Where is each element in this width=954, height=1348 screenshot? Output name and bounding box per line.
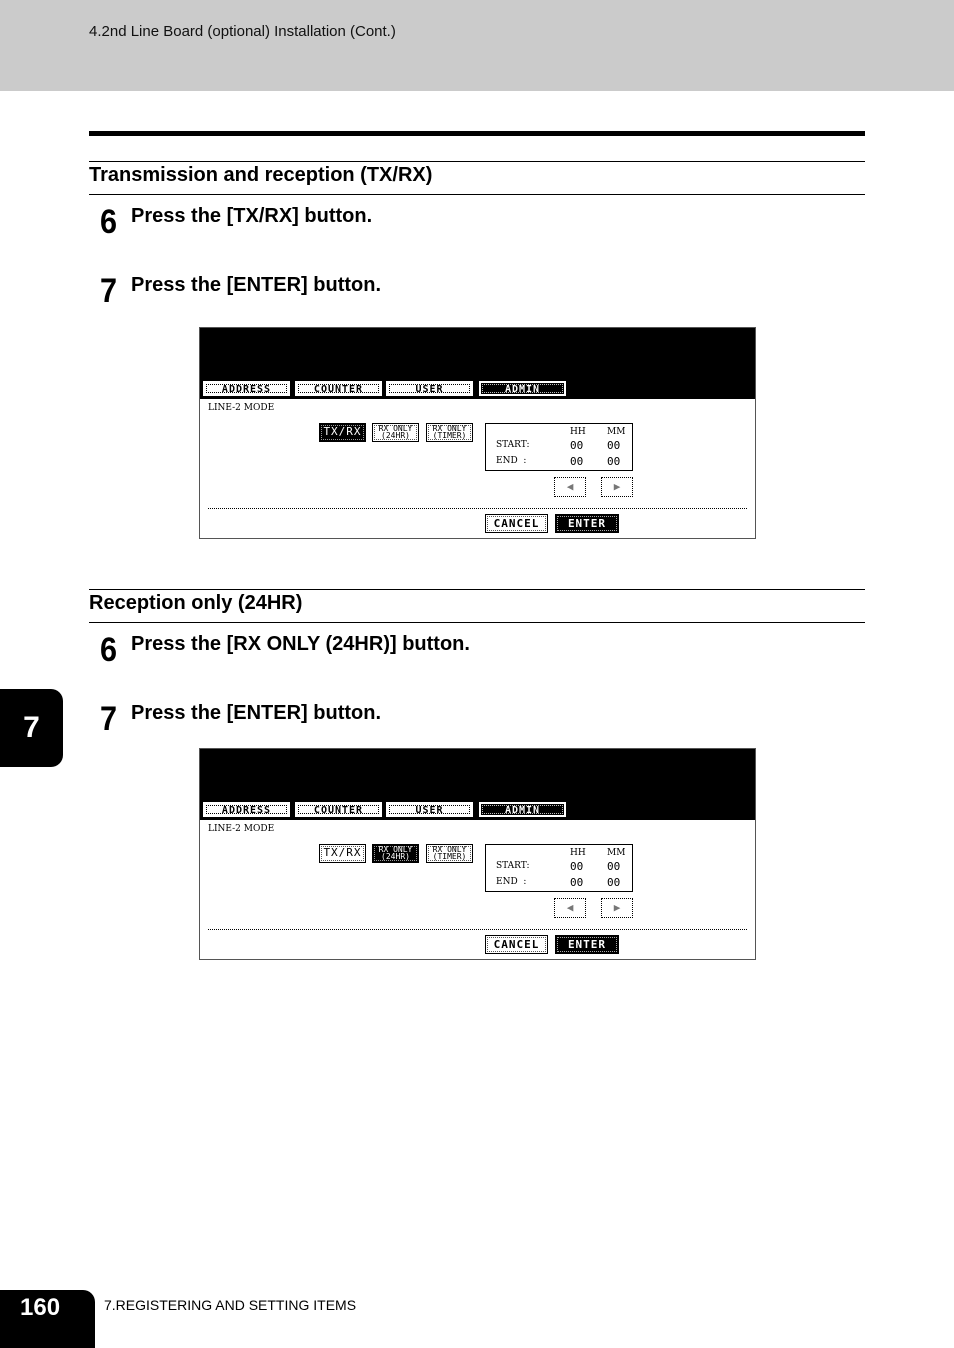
section-rule <box>89 161 865 162</box>
mode-button-line1: TX/RX <box>323 846 362 859</box>
mode-button-line2: (TIMER) <box>432 431 467 440</box>
section-title: Transmission and reception (TX/RX) <box>89 164 433 186</box>
cancel-button[interactable]: CANCEL <box>485 935 548 954</box>
left-arrow-button[interactable]: ◀ <box>554 477 586 497</box>
end-mm-field[interactable]: 00 <box>607 455 620 468</box>
mode-button-tx-rx[interactable]: TX/RX <box>319 423 366 442</box>
left-arrow-icon: ◀ <box>566 901 574 914</box>
left-arrow-button[interactable]: ◀ <box>554 898 586 918</box>
mode-button-tx-rx[interactable]: TX/RX <box>319 844 366 863</box>
tab-user[interactable]: USER <box>385 801 474 818</box>
tab-admin[interactable]: ADMIN <box>478 801 567 818</box>
tab-label: COUNTER <box>313 384 364 395</box>
end-hh-field[interactable]: 00 <box>570 455 583 468</box>
mode-button-rx-only-timer[interactable]: RX ONLY (TIMER) <box>426 423 473 442</box>
step-text: Press the [RX ONLY (24HR)] button. <box>131 633 470 655</box>
tab-label: USER <box>415 384 444 395</box>
separator <box>208 508 747 509</box>
tab-label: USER <box>415 805 444 816</box>
right-arrow-icon: ▶ <box>613 480 621 493</box>
step-number: 7 <box>100 700 118 738</box>
mode-button-line2: (24HR) <box>381 431 410 440</box>
enter-label: ENTER <box>567 517 607 530</box>
section-rule <box>89 622 865 623</box>
line2-mode-panel: ADDRESS COUNTER USER ADMIN LINE-2 MODE TX/RX R… <box>199 327 756 539</box>
end-label: END : <box>496 456 527 466</box>
enter-label: ENTER <box>567 938 607 951</box>
cancel-label: CANCEL <box>493 517 540 530</box>
time-range-box: HH MM START: 00 00 END : 00 00 <box>485 844 633 892</box>
tab-user[interactable]: USER <box>385 380 474 397</box>
start-mm-field[interactable]: 00 <box>607 860 620 873</box>
step-number: 6 <box>100 631 118 669</box>
tab-label: ADMIN <box>504 384 541 395</box>
section-rule <box>89 589 865 590</box>
tab-label: ADDRESS <box>221 805 272 816</box>
step-text: Press the [TX/RX] button. <box>131 205 373 227</box>
end-mm-field[interactable]: 00 <box>607 876 620 889</box>
section-title: Reception only (24HR) <box>89 592 303 614</box>
hh-label: HH <box>570 848 586 858</box>
tab-address[interactable]: ADDRESS <box>202 801 291 818</box>
step-number: 7 <box>100 272 118 310</box>
section-rule <box>89 194 865 195</box>
start-mm-field[interactable]: 00 <box>607 439 620 452</box>
enter-button[interactable]: ENTER <box>555 514 619 533</box>
start-hh-field[interactable]: 00 <box>570 439 583 452</box>
line2-mode-panel: ADDRESS COUNTER USER ADMIN LINE-2 MODE TX/RX R… <box>199 748 756 960</box>
time-range-box: HH MM START: 00 00 END : 00 00 <box>485 423 633 471</box>
mode-button-line2: (24HR) <box>381 852 410 861</box>
mm-label: MM <box>607 848 626 858</box>
tab-counter[interactable]: COUNTER <box>294 380 383 397</box>
mode-button-rx-only-24hr[interactable]: RX ONLY (24HR) <box>372 844 419 863</box>
top-rule <box>89 131 865 136</box>
mode-button-rx-only-24hr[interactable]: RX ONLY (24HR) <box>372 423 419 442</box>
mode-button-line2: (TIMER) <box>432 852 467 861</box>
right-arrow-icon: ▶ <box>613 901 621 914</box>
mode-label: LINE-2 MODE <box>208 824 275 834</box>
step-number: 6 <box>100 203 118 241</box>
enter-button[interactable]: ENTER <box>555 935 619 954</box>
right-arrow-button[interactable]: ▶ <box>601 898 633 918</box>
start-label: START: <box>496 440 530 450</box>
chapter-tab: 7 <box>0 689 63 767</box>
step-text: Press the [ENTER] button. <box>131 702 382 724</box>
separator <box>208 929 747 930</box>
mode-label: LINE-2 MODE <box>208 403 275 413</box>
page-header: 4.2nd Line Board (optional) Installation… <box>0 0 954 91</box>
header-title: 4.2nd Line Board (optional) Installation… <box>89 23 396 40</box>
step-text: Press the [ENTER] button. <box>131 274 382 296</box>
tab-admin[interactable]: ADMIN <box>478 380 567 397</box>
mode-button-rx-only-timer[interactable]: RX ONLY (TIMER) <box>426 844 473 863</box>
tab-label: ADMIN <box>504 805 541 816</box>
mm-label: MM <box>607 427 626 437</box>
tab-address[interactable]: ADDRESS <box>202 380 291 397</box>
page-number: 160 <box>0 1290 95 1348</box>
left-arrow-icon: ◀ <box>566 480 574 493</box>
tab-label: ADDRESS <box>221 384 272 395</box>
tab-counter[interactable]: COUNTER <box>294 801 383 818</box>
start-label: START: <box>496 861 530 871</box>
footer-chapter-title: 7.REGISTERING AND SETTING ITEMS <box>104 1297 357 1313</box>
mode-button-line1: TX/RX <box>323 425 362 438</box>
tab-label: COUNTER <box>313 805 364 816</box>
end-label: END : <box>496 877 527 887</box>
end-hh-field[interactable]: 00 <box>570 876 583 889</box>
cancel-label: CANCEL <box>493 938 540 951</box>
right-arrow-button[interactable]: ▶ <box>601 477 633 497</box>
hh-label: HH <box>570 427 586 437</box>
start-hh-field[interactable]: 00 <box>570 860 583 873</box>
cancel-button[interactable]: CANCEL <box>485 514 548 533</box>
